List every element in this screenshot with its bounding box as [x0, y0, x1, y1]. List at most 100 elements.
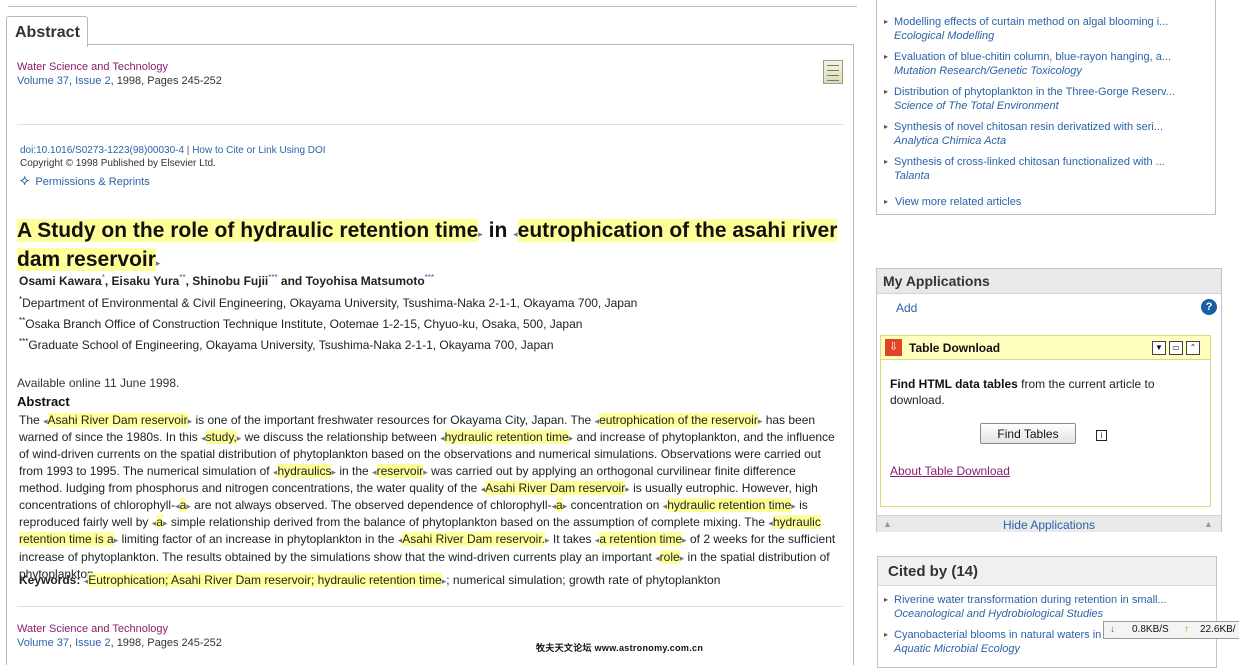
collapse-up-icon[interactable]: ▲: [1204, 519, 1213, 529]
journal-name-link[interactable]: Water Science and Technology: [17, 61, 168, 73]
abstract-text-run: we discuss the relationship between: [241, 430, 441, 445]
widget-maximize-button[interactable]: ▭: [1169, 341, 1183, 355]
citing-article-source[interactable]: Oceanological and Hydrobiological Studie…: [894, 607, 1167, 621]
bullet-icon: ▸: [884, 122, 889, 131]
widget-menu-button[interactable]: ▼: [1152, 341, 1166, 355]
bullet-icon: ▸: [884, 157, 889, 166]
cited-by-header: Cited by (14): [878, 557, 1216, 586]
permissions-icon: ⯎: [20, 173, 30, 188]
permissions-link[interactable]: Permissions & Reprints: [35, 176, 149, 188]
affiliation-mark: ***: [19, 337, 29, 346]
available-online: Available online 11 June 1998.: [17, 376, 180, 390]
author-separator: ,: [104, 274, 112, 288]
bullet-icon: ▸: [884, 595, 889, 604]
author-affiliation-mark[interactable]: ***: [268, 273, 277, 282]
author-name[interactable]: Eisaku Yura: [112, 274, 180, 288]
author-name[interactable]: Osami Kawara: [19, 274, 102, 288]
table-download-widget: ⇩ Table Download ▼ ▭ ⌃ Find HTML data ta…: [880, 335, 1211, 507]
highlight-start-marker: ◂: [372, 466, 377, 477]
abstract-highlight[interactable]: study,: [205, 430, 237, 445]
abstract-highlight[interactable]: hydraulics: [277, 463, 332, 478]
bullet-icon: ▸: [884, 17, 889, 26]
doi-line: doi:10.1016/S0273-1223(98)00030-4 | How …: [20, 145, 326, 156]
widget-collapse-button[interactable]: ⌃: [1186, 341, 1200, 355]
related-article-source[interactable]: Mutation Research/Genetic Toxicology: [894, 64, 1171, 78]
separator: [17, 606, 843, 607]
related-article: ▸ Modelling effects of curtain method on …: [884, 15, 1168, 43]
my-applications-title: My Applications: [883, 273, 990, 289]
footer-journal-name-link[interactable]: Water Science and Technology: [17, 623, 168, 635]
author-list: Osami Kawara*, Eisaku Yura**, Shinobu Fu…: [19, 273, 434, 288]
citing-article-link[interactable]: Cyanobacterial blooms in natural waters …: [894, 629, 1114, 641]
keywords: Keywords: ◂Eutrophication; Asahi River D…: [19, 573, 841, 587]
related-article-source[interactable]: Analytica Chimica Acta: [894, 134, 1163, 148]
download-speed: 0.8KB/S: [1132, 624, 1169, 635]
related-article-link[interactable]: Evaluation of blue-chitin column, blue-r…: [894, 51, 1171, 63]
year-pages: , 1998, Pages 245-252: [110, 75, 222, 87]
about-table-download-link[interactable]: About Table Download: [890, 464, 1010, 478]
related-article: ▸ Evaluation of blue-chitin column, blue-…: [884, 50, 1171, 78]
author-separator: and: [277, 274, 306, 288]
tab-abstract[interactable]: Abstract: [6, 16, 88, 47]
article-title: A Study on the role of hydraulic retenti…: [17, 218, 853, 276]
highlight-start-marker: ◂: [43, 416, 48, 426]
abstract-text-run: is one of the important freshwater resou…: [192, 413, 595, 427]
abstract-highlight[interactable]: Asahi River Dam reservoir.: [402, 532, 545, 547]
abstract-highlight[interactable]: hydraulic retention time: [444, 430, 569, 445]
permissions-reprints[interactable]: ⯎ Permissions & Reprints: [20, 173, 150, 189]
abstract-highlight[interactable]: a: [156, 515, 163, 530]
volume-comma: ,: [68, 75, 73, 87]
bullet-icon: ▸: [884, 197, 889, 206]
add-application-link[interactable]: Add: [896, 301, 917, 315]
abstract-highlight[interactable]: a: [556, 498, 563, 513]
keywords-highlight[interactable]: Eutrophication; Asahi River Dam reservoi…: [88, 573, 442, 587]
related-article: ▸ Distribution of phytoplankton in the Th…: [884, 85, 1175, 113]
related-article-link[interactable]: Modelling effects of curtain method on a…: [894, 16, 1168, 28]
issue-link[interactable]: Issue 2: [75, 75, 110, 87]
abstract-highlight[interactable]: reservoir: [376, 463, 424, 478]
cite-doi-link[interactable]: How to Cite or Link Using DOI: [192, 145, 325, 156]
related-article-link[interactable]: Distribution of phytoplankton in the Thr…: [894, 86, 1175, 98]
hide-applications-link[interactable]: Hide Applications: [877, 518, 1221, 532]
find-tables-button[interactable]: Find Tables: [980, 423, 1076, 444]
related-article-link[interactable]: Synthesis of cross-linked chitosan funct…: [894, 156, 1165, 168]
author-affiliation-mark[interactable]: ***: [425, 273, 434, 282]
keywords-label: Keywords:: [19, 573, 81, 587]
author-name[interactable]: Toyohisa Matsumoto: [306, 274, 425, 288]
abstract-text-run: in the: [336, 463, 373, 478]
help-icon[interactable]: ?: [1201, 299, 1217, 315]
title-highlight-1[interactable]: A Study on the role of hydraulic retenti…: [17, 219, 479, 242]
highlight-start-marker: ◂: [655, 552, 660, 563]
related-article-source[interactable]: Ecological Modelling: [894, 29, 1168, 43]
footer-volume-link[interactable]: Volume 37: [17, 637, 69, 649]
my-applications-header: My Applications: [877, 269, 1221, 294]
affiliation-text: Graduate School of Engineering, Okayama …: [28, 338, 554, 352]
related-article-source[interactable]: Science of The Total Environment: [894, 99, 1175, 113]
info-icon[interactable]: i: [1096, 430, 1107, 441]
abstract-highlight[interactable]: Asahi River Dam reservoir: [485, 480, 626, 495]
abstract-highlight[interactable]: a retention time: [599, 532, 683, 547]
abstract-highlight[interactable]: Asahi River Dam reservoir: [47, 413, 188, 427]
document-icon[interactable]: [823, 60, 843, 84]
related-article-source[interactable]: Talanta: [894, 169, 1165, 183]
footer-issue-link[interactable]: Issue 2: [75, 637, 110, 649]
view-more-related[interactable]: ▸ View more related articles: [884, 196, 1021, 208]
abstract-highlight[interactable]: eutrophication of the reservoir: [599, 413, 758, 427]
abstract-highlight[interactable]: role: [659, 549, 680, 564]
view-more-link[interactable]: View more related articles: [895, 196, 1021, 208]
download-arrow-icon: ↓: [1110, 624, 1115, 635]
affiliation: **Osaka Branch Office of Construction Te…: [19, 316, 582, 331]
title-in: in: [482, 219, 514, 242]
affiliation-text: Osaka Branch Office of Construction Tech…: [25, 317, 583, 331]
related-article-link[interactable]: Synthesis of novel chitosan resin deriva…: [894, 121, 1163, 133]
citing-article-link[interactable]: Riverine water transformation during ret…: [894, 594, 1167, 606]
doi-separator: |: [184, 145, 193, 156]
author-name[interactable]: Shinobu Fujii: [192, 274, 268, 288]
network-speed-widget: ↓ 0.8KB/S ↑ 22.6KB/: [1103, 621, 1239, 639]
copyright: Copyright © 1998 Published by Elsevier L…: [20, 158, 216, 169]
cited-by-title: Cited by (14): [888, 563, 979, 580]
footer-year-pages: , 1998, Pages 245-252: [110, 637, 222, 649]
doi-link[interactable]: doi:10.1016/S0273-1223(98)00030-4: [20, 145, 184, 156]
abstract-highlight[interactable]: hydraulic retention time: [667, 498, 792, 513]
volume-link[interactable]: Volume 37: [17, 75, 69, 87]
